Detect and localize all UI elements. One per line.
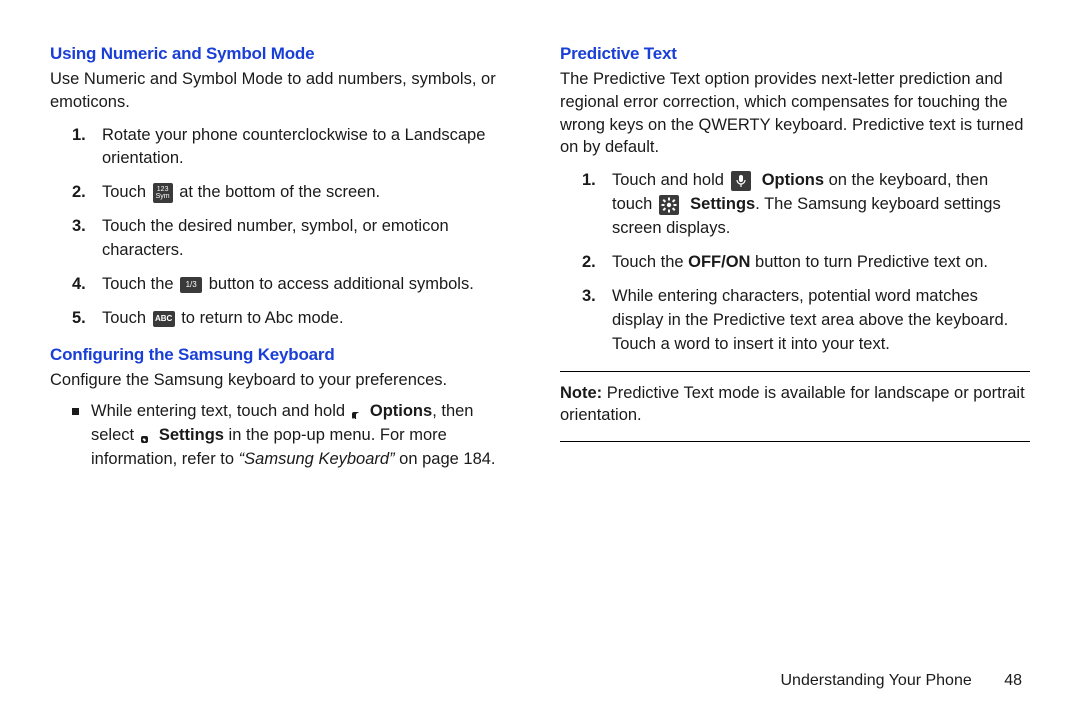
step-text: Touch and hold Options on the keyboard, … xyxy=(612,169,1030,241)
heading-configuring-keyboard: Configuring the Samsung Keyboard xyxy=(50,345,520,365)
right-column: Predictive Text The Predictive Text opti… xyxy=(560,44,1030,472)
step-number: 3. xyxy=(72,215,92,239)
off-on-label: OFF/ON xyxy=(688,253,750,271)
settings-label: Settings xyxy=(154,426,224,444)
step-number: 2. xyxy=(582,251,602,275)
key-abc-icon: ABC xyxy=(153,311,175,327)
options-label: Options xyxy=(365,402,432,420)
page-number: 48 xyxy=(1004,672,1022,689)
step-text: Touch the OFF/ON button to turn Predicti… xyxy=(612,251,988,275)
mic-options-icon xyxy=(352,412,359,419)
step-1: 1. Rotate your phone counterclockwise to… xyxy=(50,124,520,172)
step-text: Rotate your phone counterclockwise to a … xyxy=(102,124,520,172)
footer-section: Understanding Your Phone xyxy=(780,672,971,689)
intro-configuring: Configure the Samsung keyboard to your p… xyxy=(50,369,520,392)
steps-numeric-symbol: 1. Rotate your phone counterclockwise to… xyxy=(50,124,520,331)
settings-label: Settings xyxy=(686,195,756,213)
left-column: Using Numeric and Symbol Mode Use Numeri… xyxy=(50,44,520,472)
options-label: Options xyxy=(757,171,824,189)
divider-top xyxy=(560,371,1030,372)
gear-settings-icon xyxy=(659,195,679,215)
step-2: 2. Touch the OFF/ON button to turn Predi… xyxy=(560,251,1030,275)
step-number: 1. xyxy=(582,169,602,193)
cross-reference: “Samsung Keyboard” xyxy=(239,450,395,468)
step-text: Touch ABC to return to Abc mode. xyxy=(102,307,344,331)
intro-numeric-symbol: Use Numeric and Symbol Mode to add numbe… xyxy=(50,68,520,114)
step-text: Touch the 1/3 button to access additiona… xyxy=(102,273,474,297)
divider-bottom xyxy=(560,441,1030,442)
step-3: 3. While entering characters, potential … xyxy=(560,285,1030,357)
intro-predictive: The Predictive Text option provides next… xyxy=(560,68,1030,159)
step-number: 4. xyxy=(72,273,92,297)
page-footer: Understanding Your Phone 48 xyxy=(780,672,1022,690)
step-number: 5. xyxy=(72,307,92,331)
bullet-item: While entering text, touch and hold Opti… xyxy=(50,400,520,472)
steps-predictive: 1. Touch and hold Options on the keyboar… xyxy=(560,169,1030,356)
step-number: 2. xyxy=(72,181,92,205)
step-1: 1. Touch and hold Options on the keyboar… xyxy=(560,169,1030,241)
mic-options-icon xyxy=(731,171,751,191)
step-3: 3. Touch the desired number, symbol, or … xyxy=(50,215,520,263)
bullet-text: While entering text, touch and hold Opti… xyxy=(91,400,520,472)
key-123-sym-icon: 123 Sym xyxy=(153,183,173,203)
step-text: Touch the desired number, symbol, or emo… xyxy=(102,215,520,263)
heading-predictive-text: Predictive Text xyxy=(560,44,1030,64)
step-5: 5. Touch ABC to return to Abc mode. xyxy=(50,307,520,331)
manual-page: Using Numeric and Symbol Mode Use Numeri… xyxy=(0,0,1080,720)
gear-settings-icon xyxy=(141,436,148,443)
heading-numeric-symbol-mode: Using Numeric and Symbol Mode xyxy=(50,44,520,64)
step-text: Touch 123 Sym at the bottom of the scree… xyxy=(102,181,380,205)
step-text: While entering characters, potential wor… xyxy=(612,285,1030,357)
step-4: 4. Touch the 1/3 button to access additi… xyxy=(50,273,520,297)
note-label: Note: xyxy=(560,384,602,402)
bullet-square-icon xyxy=(72,408,79,415)
two-column-layout: Using Numeric and Symbol Mode Use Numeri… xyxy=(50,44,1030,472)
key-1-of-3-icon: 1/3 xyxy=(180,277,202,293)
note-body: Predictive Text mode is available for la… xyxy=(560,384,1025,425)
step-number: 1. xyxy=(72,124,92,148)
step-number: 3. xyxy=(582,285,602,309)
bullet-list-configuring: While entering text, touch and hold Opti… xyxy=(50,400,520,472)
note-block: Note: Predictive Text mode is available … xyxy=(560,382,1030,428)
step-2: 2. Touch 123 Sym at the bottom of the sc… xyxy=(50,181,520,205)
